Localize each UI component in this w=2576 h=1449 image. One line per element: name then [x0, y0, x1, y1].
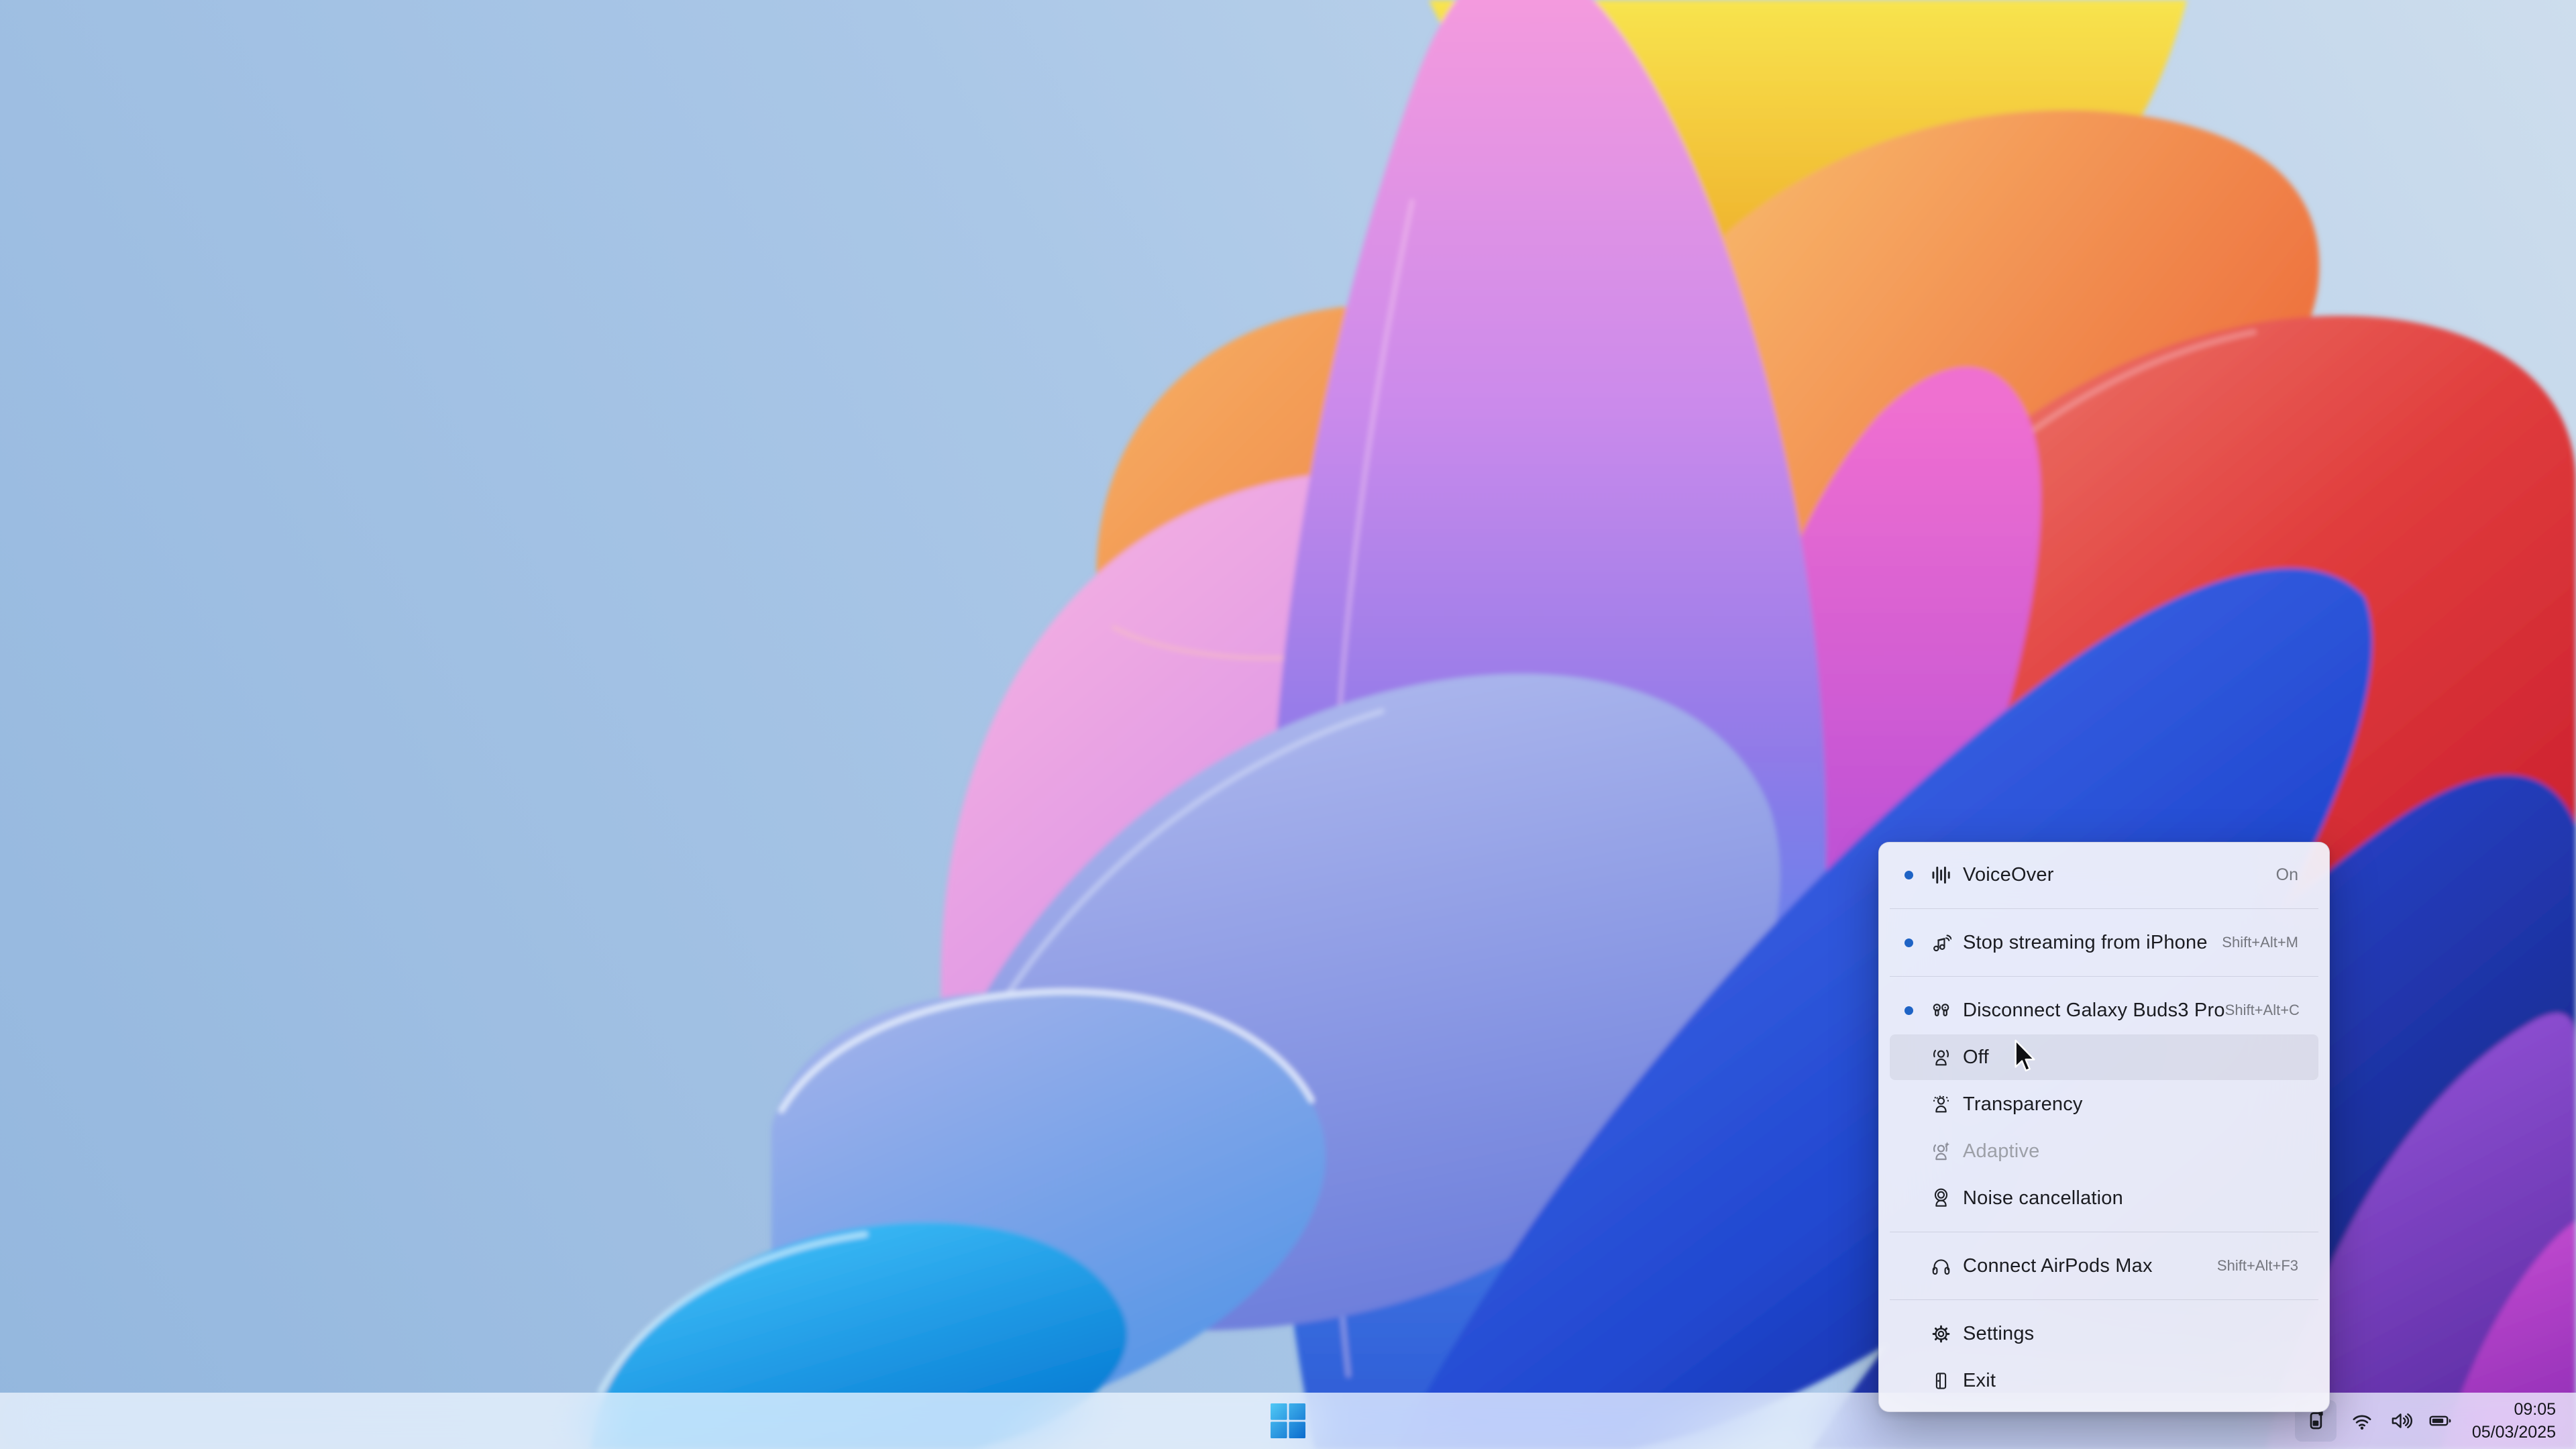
- menu-item-voiceover[interactable]: VoiceOver On: [1890, 852, 2318, 898]
- headphones-icon: [1931, 1256, 1951, 1277]
- device-tray-icon: [2304, 1409, 2327, 1432]
- exit-door-icon: [1931, 1371, 1951, 1391]
- menu-item-label: Transparency: [1963, 1093, 2083, 1116]
- menu-item-label: Connect AirPods Max: [1963, 1255, 2153, 1277]
- active-dot: [1904, 871, 1913, 879]
- menu-item-status: On: [2276, 865, 2298, 885]
- desktop: 09:05 05/03/2025 VoiceOver On Stop streami…: [0, 0, 2576, 1449]
- windows-logo-icon: [1271, 1403, 1305, 1438]
- taskbar-clock[interactable]: 09:05 05/03/2025: [2472, 1398, 2556, 1444]
- menu-separator: [1890, 1299, 2318, 1300]
- voiceover-waveform-icon: [1931, 865, 1951, 885]
- menu-item-label: Exit: [1963, 1370, 1996, 1392]
- menu-item-shortcut: Shift+Alt+M: [2222, 934, 2298, 951]
- active-dot: [1904, 938, 1913, 947]
- system-tray: 09:05 05/03/2025: [2295, 1393, 2556, 1449]
- menu-item-label: Disconnect Galaxy Buds3 Pro: [1963, 1000, 2225, 1022]
- anc-adaptive-icon: [1931, 1141, 1951, 1162]
- start-button[interactable]: [1267, 1399, 1309, 1442]
- volume-icon[interactable]: [2387, 1400, 2414, 1442]
- clock-date: 05/03/2025: [2472, 1421, 2556, 1444]
- clock-time: 09:05: [2472, 1398, 2556, 1421]
- menu-item-label: VoiceOver: [1963, 864, 2054, 886]
- menu-item-shortcut: Shift+Alt+F3: [2217, 1257, 2298, 1275]
- menu-item-label: Stop streaming from iPhone: [1963, 932, 2208, 954]
- menu-item-settings[interactable]: Settings: [1890, 1311, 2318, 1356]
- volume-icon: [2390, 1409, 2412, 1432]
- earbuds-icon: [1931, 1000, 1951, 1021]
- battery-icon[interactable]: [2426, 1400, 2453, 1442]
- battery-icon: [2428, 1409, 2451, 1432]
- menu-item-stop-streaming-from-iphone[interactable]: Stop streaming from iPhone Shift+Alt+M: [1890, 920, 2318, 965]
- menu-item-transparency[interactable]: Transparency: [1890, 1081, 2318, 1127]
- menu-item-label: Noise cancellation: [1963, 1187, 2123, 1210]
- menu-item-adaptive: Adaptive: [1890, 1128, 2318, 1174]
- wifi-icon[interactable]: [2349, 1400, 2375, 1442]
- menu-item-off[interactable]: Off: [1890, 1034, 2318, 1080]
- menu-separator: [1890, 976, 2318, 977]
- tray-menu: VoiceOver On Stop streaming from iPhone Shi…: [1878, 842, 2330, 1412]
- arrow-cursor-icon: [2014, 1039, 2037, 1073]
- menu-item-shortcut: Shift+Alt+C: [2225, 1002, 2300, 1019]
- menu-item-disconnect-galaxy-buds3-pro[interactable]: Disconnect Galaxy Buds3 ProShift+Alt+C: [1890, 987, 2318, 1033]
- wifi-icon: [2351, 1409, 2373, 1432]
- menu-item-label: Adaptive: [1963, 1140, 2039, 1163]
- menu-separator: [1890, 908, 2318, 909]
- menu-item-label: Settings: [1963, 1323, 2034, 1345]
- menu-item-label: Off: [1963, 1046, 1989, 1069]
- anc-noise-cancellation-icon: [1931, 1188, 1951, 1209]
- menu-item-connect-airpods-max[interactable]: Connect AirPods Max Shift+Alt+F3: [1890, 1243, 2318, 1289]
- gear-icon: [1931, 1324, 1951, 1344]
- menu-item-exit[interactable]: Exit: [1890, 1358, 2318, 1403]
- active-dot: [1904, 1006, 1913, 1015]
- anc-off-icon: [1931, 1047, 1951, 1068]
- tray-menu-list: VoiceOver On Stop streaming from iPhone Shi…: [1879, 843, 2329, 1411]
- anc-transparency-icon: [1931, 1094, 1951, 1115]
- menu-item-noise-cancellation[interactable]: Noise cancellation: [1890, 1175, 2318, 1221]
- music-stream-icon: [1931, 932, 1951, 953]
